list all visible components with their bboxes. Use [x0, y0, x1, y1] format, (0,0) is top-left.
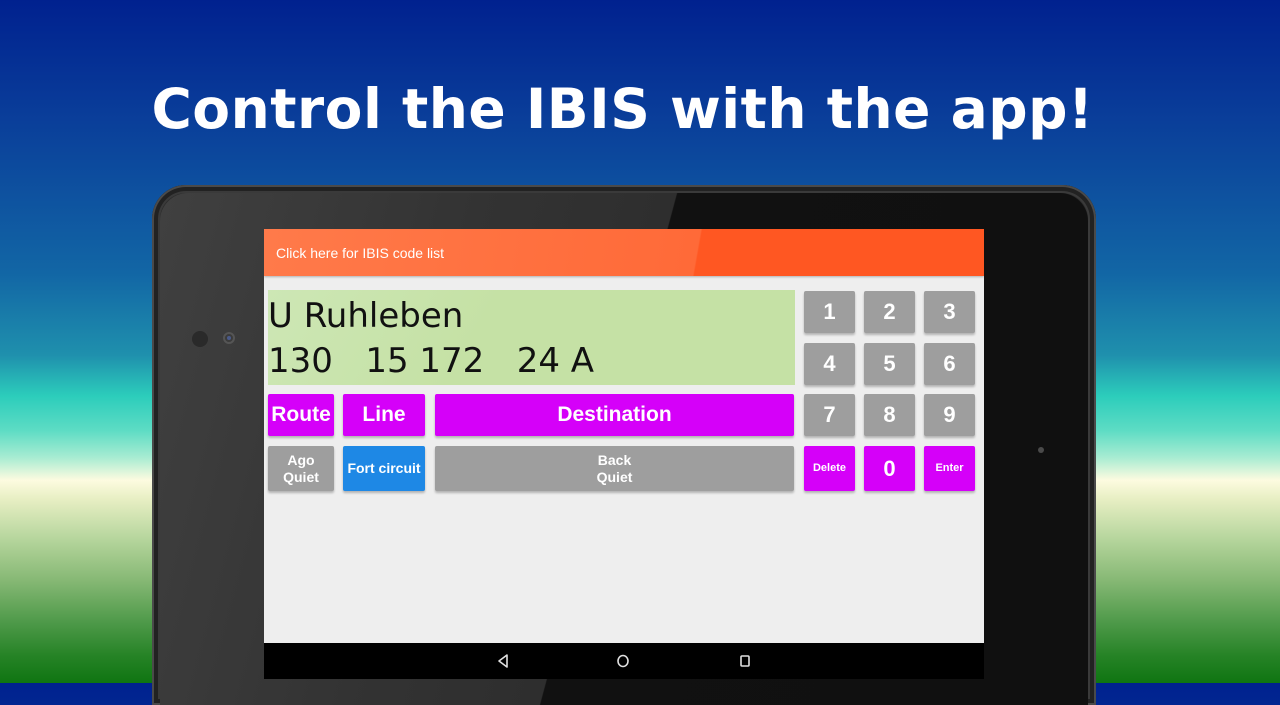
front-camera-icon [223, 332, 235, 344]
ago-quiet-label-2: Quiet [283, 468, 319, 485]
ibis-display: U Ruhleben 130 15 172 24 A [268, 290, 795, 385]
tablet-device: Click here for IBIS code list U Ruhleben… [152, 185, 1096, 705]
back-icon[interactable] [496, 653, 510, 669]
destination-label: Destination [557, 402, 672, 426]
key-4-button[interactable]: 4 [804, 343, 855, 385]
key-2-label: 2 [883, 299, 896, 325]
key-2-button[interactable]: 2 [864, 291, 915, 333]
light-sensor [192, 331, 208, 347]
key-7-label: 7 [823, 402, 836, 428]
line-button[interactable]: Line [343, 394, 425, 436]
promo-headline: Control the IBIS with the app! [151, 77, 1094, 141]
ago-quiet-label-1: Ago [287, 452, 315, 469]
enter-label: Enter [935, 462, 964, 475]
ago-quiet-button[interactable]: Ago Quiet [268, 446, 334, 491]
key-1-label: 1 [823, 299, 836, 325]
route-label: Route [271, 402, 331, 426]
key-6-label: 6 [943, 351, 956, 377]
fort-circuit-button[interactable]: Fort circuit [343, 446, 425, 491]
key-7-button[interactable]: 7 [804, 394, 855, 436]
key-1-button[interactable]: 1 [804, 291, 855, 333]
key-8-button[interactable]: 8 [864, 394, 915, 436]
line-label: Line [362, 402, 406, 426]
proximity-sensor [1038, 447, 1044, 453]
route-button[interactable]: Route [268, 394, 334, 436]
key-0-label: 0 [883, 455, 896, 481]
display-codes: 130 15 172 24 A [268, 341, 595, 381]
back-quiet-label-1: Back [597, 452, 632, 469]
back-quiet-label-2: Quiet [596, 468, 633, 485]
key-9-button[interactable]: 9 [924, 394, 975, 436]
key-6-button[interactable]: 6 [924, 343, 975, 385]
delete-label: Delete [812, 462, 847, 475]
destination-button[interactable]: Destination [435, 394, 794, 436]
key-3-button[interactable]: 3 [924, 291, 975, 333]
ibis-code-list-label: Click here for IBIS code list [276, 245, 445, 261]
recents-icon[interactable] [738, 653, 752, 669]
key-3-label: 3 [943, 299, 956, 325]
enter-button[interactable]: Enter [924, 446, 975, 491]
key-5-button[interactable]: 5 [864, 343, 915, 385]
key-4-label: 4 [823, 351, 836, 377]
key-5-label: 5 [883, 351, 896, 377]
delete-button[interactable]: Delete [804, 446, 855, 491]
ibis-code-list-link[interactable]: Click here for IBIS code list [264, 229, 984, 276]
back-quiet-button[interactable]: Back Quiet [435, 446, 794, 491]
display-destination: U Ruhleben [268, 296, 464, 336]
app-screen: Click here for IBIS code list U Ruhleben… [264, 229, 984, 678]
key-0-button[interactable]: 0 [864, 446, 915, 491]
android-navigation-bar [264, 643, 984, 679]
home-icon[interactable] [616, 653, 630, 669]
key-9-label: 9 [943, 402, 956, 428]
key-8-label: 8 [883, 402, 896, 428]
fort-circuit-label: Fort circuit [347, 460, 421, 477]
